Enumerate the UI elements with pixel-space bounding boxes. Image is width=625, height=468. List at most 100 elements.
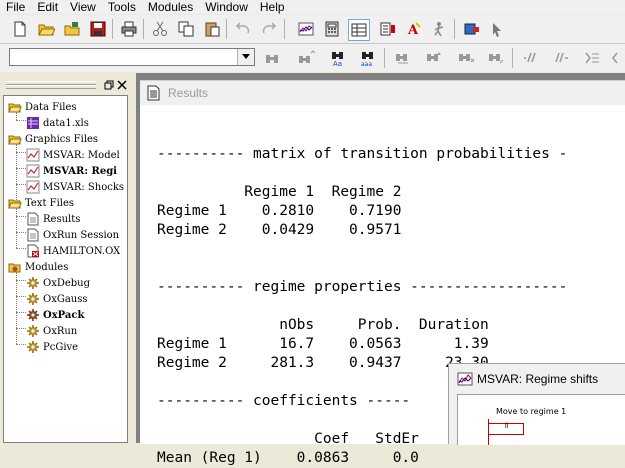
menu-view[interactable]: View <box>64 0 102 14</box>
cut-icon[interactable] <box>150 19 170 39</box>
tree-item-msvar-shocks[interactable]: MSVAR: Shocks <box>26 179 124 195</box>
tree-folder-graphics-files[interactable]: Graphics Files <box>8 131 98 147</box>
tree-item-data1[interactable]: data1.xls <box>26 115 89 131</box>
graph-label: Move to regime 1 <box>496 407 567 416</box>
restore-icon[interactable] <box>104 79 114 90</box>
find-combo-box[interactable] <box>9 48 255 66</box>
tree-label: data1.xls <box>43 117 89 129</box>
tree-item-results[interactable]: Results <box>26 211 80 227</box>
tree-item-hamilton-ox[interactable]: HAMILTON.OX <box>26 243 120 259</box>
window-list-icon[interactable] <box>462 19 482 39</box>
open-folder-icon <box>8 135 22 145</box>
tree-label: MSVAR: Shocks <box>43 181 125 193</box>
data-file-icon <box>27 117 39 129</box>
text-line: Regime 1 16.7 0.0563 1.39 <box>157 336 489 352</box>
ox-file-icon <box>27 244 39 258</box>
modules-folder-icon <box>8 263 21 273</box>
variables-icon[interactable] <box>378 19 398 39</box>
find-icon[interactable] <box>262 48 282 68</box>
calculator-icon[interactable] <box>322 19 342 39</box>
text-file-icon <box>147 85 160 101</box>
tree-folder-modules[interactable]: Modules <box>8 259 68 275</box>
gear-icon <box>27 325 39 337</box>
paste-icon[interactable] <box>202 19 222 39</box>
svg-text:aaa: aaa <box>361 61 372 67</box>
graph-legend: ll <box>488 423 524 435</box>
tree-label: Graphics Files <box>25 133 99 145</box>
tree-label: Text Files <box>25 197 75 209</box>
graph-icon[interactable] <box>296 19 316 39</box>
tree-folder-text-files[interactable]: Text Files <box>8 195 74 211</box>
tree-label: Data Files <box>25 101 77 113</box>
text-line: Coef StdEr <box>157 431 419 447</box>
mark-icon[interactable] <box>456 48 476 68</box>
find-next-icon[interactable] <box>296 48 316 68</box>
tree-label: MSVAR: Regi <box>43 165 117 177</box>
uncomment-icon[interactable] <box>552 48 572 68</box>
open-folder-icon[interactable] <box>36 19 56 39</box>
find-up-icon[interactable] <box>424 48 444 68</box>
redo-icon[interactable] <box>259 19 279 39</box>
undo-icon[interactable] <box>233 19 253 39</box>
regime-shifts-graph: Move to regime 1 ll <box>457 394 625 445</box>
text-line: Regime 1 0.2810 0.7190 <box>157 203 402 219</box>
text-file-icon <box>27 212 39 226</box>
open-data-icon[interactable] <box>62 19 82 39</box>
chevron-down-icon[interactable] <box>237 49 254 65</box>
tree-label: HAMILTON.OX <box>43 245 121 257</box>
menu-file[interactable]: File <box>0 0 31 14</box>
gear-icon <box>27 293 39 305</box>
replace-icon[interactable]: Aa <box>328 48 348 68</box>
run-icon[interactable] <box>430 19 450 39</box>
tree-label: OxRun Session <box>43 229 120 241</box>
print-icon[interactable] <box>119 19 139 39</box>
tree-item-oxgauss[interactable]: OxGauss <box>26 291 88 307</box>
gear-icon <box>27 341 39 353</box>
tree-item-oxpack[interactable]: OxPack <box>26 307 84 323</box>
legend-label: ll <box>505 423 509 430</box>
text-line: Regime 2 0.0429 0.9571 <box>157 222 402 238</box>
tree-item-oxrun[interactable]: OxRun <box>26 323 77 339</box>
graph-file-icon <box>26 148 40 162</box>
menu-modules[interactable]: Modules <box>142 0 199 14</box>
menu-help[interactable]: Help <box>254 0 291 14</box>
open-folder-icon <box>8 199 22 209</box>
outdent-icon[interactable] <box>608 48 625 68</box>
results-title-bar[interactable]: Results <box>140 81 625 105</box>
graph-file-icon <box>26 180 40 194</box>
save-icon[interactable] <box>88 19 108 39</box>
tree-item-msvar-regime[interactable]: MSVAR: Regi <box>26 163 117 179</box>
close-icon[interactable] <box>117 79 127 90</box>
open-folder-icon <box>8 103 22 113</box>
tree-label: MSVAR: Model <box>43 149 120 161</box>
text-line: ---------- matrix of transition probabil… <box>157 146 568 162</box>
text-line: Mean (Reg 1) 0.0863 0.0 <box>157 450 419 466</box>
regime-shifts-title-bar[interactable]: MSVAR: Regime shifts <box>449 364 625 394</box>
menu-edit[interactable]: Edit <box>31 0 64 14</box>
menu-tools[interactable]: Tools <box>102 0 142 14</box>
context-help-icon[interactable] <box>488 19 508 39</box>
new-file-icon[interactable] <box>10 19 30 39</box>
indent-icon[interactable] <box>582 48 602 68</box>
copy-icon[interactable] <box>176 19 196 39</box>
tree-item-msvar-model[interactable]: MSVAR: Model <box>26 147 120 163</box>
tree-folder-data-files[interactable]: Data Files <box>8 99 77 115</box>
tree-item-oxdebug[interactable]: OxDebug <box>26 275 90 291</box>
font-icon[interactable]: A <box>404 19 424 39</box>
text-file-icon <box>27 228 39 242</box>
text-line: Regime 2 281.3 0.9437 23.30 <box>157 355 489 371</box>
tree-label: OxPack <box>43 309 85 321</box>
comment-icon[interactable] <box>520 48 540 68</box>
tree-label: Modules <box>25 261 69 273</box>
replace-all-icon[interactable]: aaa <box>358 48 378 68</box>
tree-label: Results <box>43 213 81 225</box>
tree-item-oxrun-session[interactable]: OxRun Session <box>26 227 119 243</box>
tree-item-pcgive[interactable]: PcGive <box>26 339 78 355</box>
regime-shifts-window[interactable]: MSVAR: Regime shifts Move to regime 1 ll <box>448 363 625 445</box>
graph-file-icon <box>26 164 40 178</box>
database-view-icon[interactable] <box>348 19 370 41</box>
goto-icon[interactable] <box>486 48 506 68</box>
text-line: nObs Prob. Duration <box>157 317 489 333</box>
find-down-icon[interactable] <box>393 48 413 68</box>
menu-window[interactable]: Window <box>199 0 254 14</box>
